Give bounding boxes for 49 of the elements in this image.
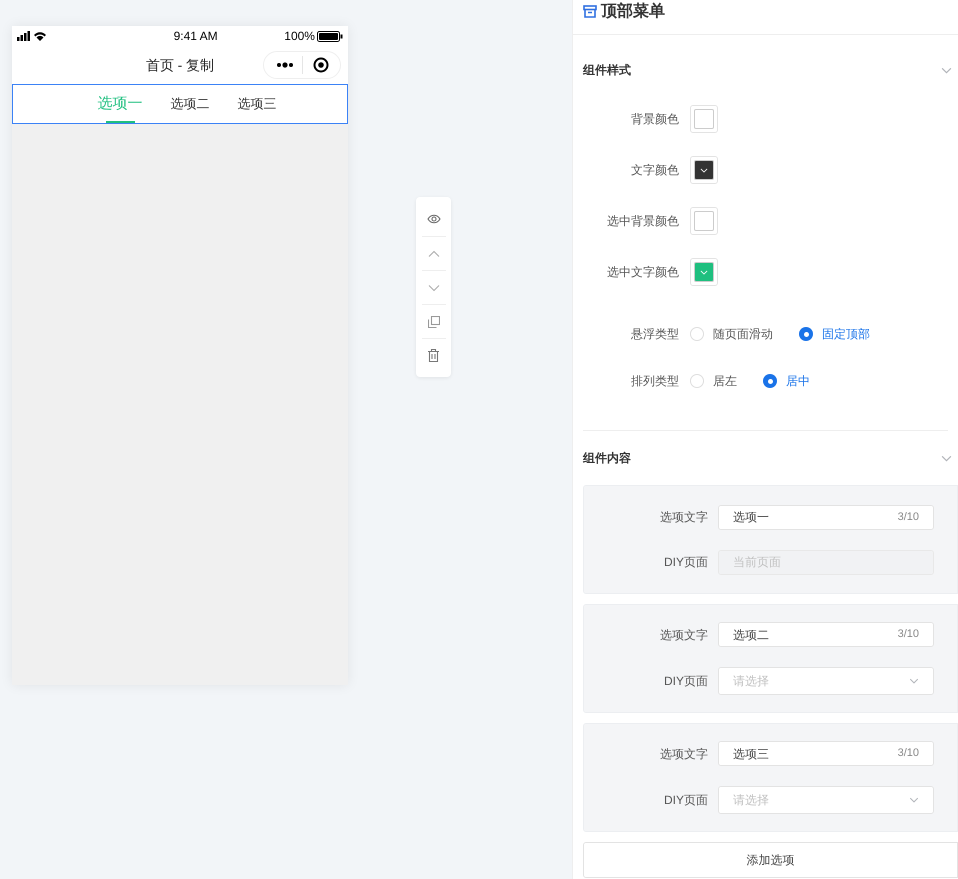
- chevron-down-icon: [700, 168, 708, 172]
- radio-option[interactable]: 居中: [763, 372, 810, 390]
- add-option-button[interactable]: 添加选项: [583, 842, 958, 878]
- chevron-up-icon[interactable]: [428, 250, 440, 258]
- color-picker[interactable]: [690, 105, 718, 133]
- copy-icon[interactable]: [428, 316, 440, 328]
- trash-icon[interactable]: [428, 349, 439, 362]
- field-label: 悬浮类型: [630, 326, 679, 343]
- field-label: 排列类型: [630, 373, 679, 390]
- panel-title: 顶部菜单: [601, 2, 665, 22]
- tab[interactable]: 选项三: [238, 85, 276, 123]
- field-label: 文字颜色: [630, 162, 679, 179]
- close-circle-icon[interactable]: [313, 57, 329, 73]
- section-title: 组件内容: [583, 450, 631, 467]
- text-field[interactable]: 选项一 3/10: [718, 504, 934, 530]
- field-label: 选项文字: [659, 746, 708, 762]
- battery-percent: 100%: [284, 28, 315, 45]
- tab[interactable]: 选项二: [170, 85, 210, 123]
- field-label: DIY页面: [662, 554, 708, 571]
- chevron-down-icon: [700, 270, 708, 274]
- page-title: 首页 - 复制: [146, 56, 214, 74]
- color-picker[interactable]: [690, 258, 718, 286]
- chevron-down-icon[interactable]: [428, 284, 440, 292]
- chevron-down-icon: [909, 797, 919, 803]
- signal-wifi-icon: [17, 31, 49, 41]
- section-title: 组件样式: [583, 62, 631, 79]
- more-icon[interactable]: [276, 62, 294, 68]
- text-field[interactable]: 选项三 3/10: [718, 741, 934, 766]
- radio-option[interactable]: 随页面滑动: [690, 325, 773, 343]
- chevron-down-icon: [941, 454, 952, 462]
- capsule-menu[interactable]: [263, 51, 341, 79]
- chevron-down-icon: [909, 678, 919, 684]
- battery-icon: [316, 30, 343, 42]
- radio-option[interactable]: 居左: [690, 372, 737, 390]
- field-label: 选中背景颜色: [606, 213, 679, 230]
- field-label: 选中文字颜色: [606, 264, 679, 281]
- chevron-down-icon: [941, 66, 952, 74]
- field-label: 选项文字: [659, 509, 708, 526]
- field-label: 背景颜色: [630, 111, 679, 128]
- color-picker[interactable]: [690, 207, 718, 235]
- field-label: DIY页面: [662, 792, 708, 809]
- text-field[interactable]: 选项二 3/10: [718, 622, 934, 647]
- field-label: DIY页面: [662, 673, 708, 690]
- archive-icon: [583, 5, 597, 18]
- eye-icon[interactable]: [426, 214, 440, 224]
- radio-option[interactable]: 固定顶部: [799, 325, 870, 343]
- field-label: 选项文字: [659, 626, 708, 644]
- color-picker[interactable]: [690, 156, 718, 184]
- status-time: 9:41 AM: [174, 28, 218, 45]
